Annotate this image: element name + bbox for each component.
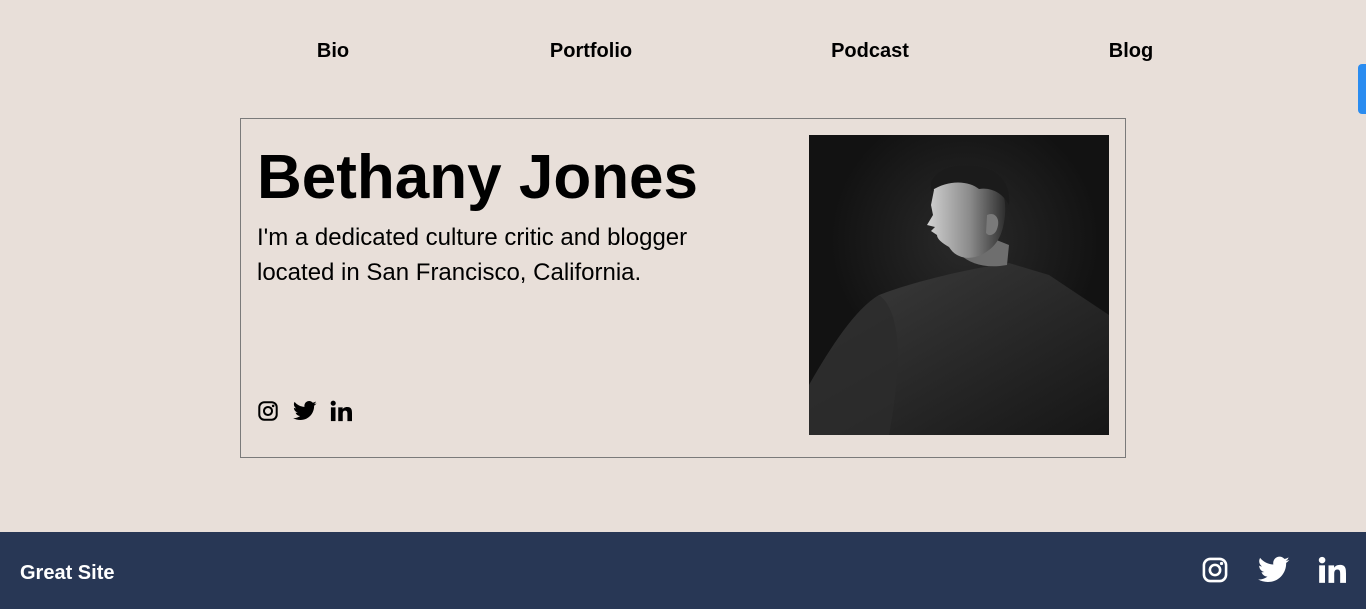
side-scroll-tab[interactable] [1358,64,1366,114]
main-nav: Bio Portfolio Podcast Blog [0,40,1366,70]
nav-bio-link[interactable]: Bio [317,40,349,63]
portrait-photo [809,135,1109,435]
nav-portfolio-link[interactable]: Portfolio [550,40,632,63]
profile-description: I'm a dedicated culture critic and blogg… [257,224,688,286]
twitter-icon[interactable] [292,400,317,422]
footer-twitter-icon[interactable] [1257,556,1290,584]
page: Bio Portfolio Podcast Blog Bethany Jones… [0,0,1366,609]
footer-instagram-icon[interactable] [1201,556,1229,584]
nav-blog-link[interactable]: Blog [1109,40,1153,63]
nav-podcast-link[interactable]: Podcast [831,40,909,63]
profile-card: Bethany Jones I'm a dedicated culture cr… [240,118,1126,458]
footer-brand[interactable]: Great Site [20,562,114,585]
site-footer: Great Site [0,532,1366,609]
profile-name: Bethany Jones [257,143,699,212]
footer-linkedin-icon[interactable] [1318,556,1346,584]
instagram-icon[interactable] [257,400,279,422]
linkedin-icon[interactable] [330,400,352,422]
